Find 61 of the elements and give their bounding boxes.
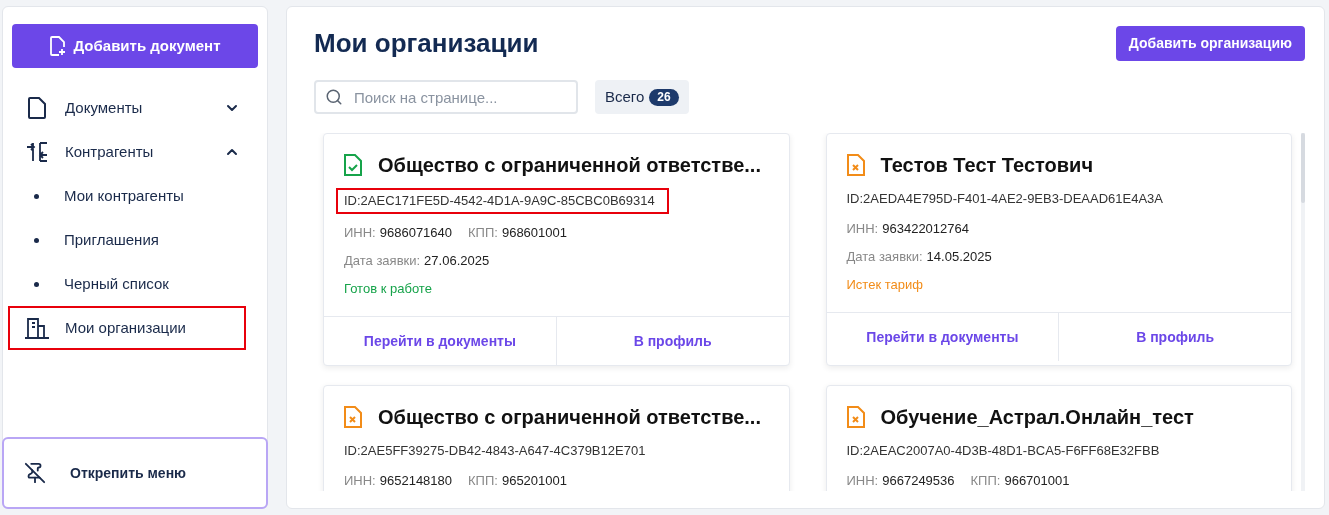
nav-subitem[interactable]: Мои контрагенты [8,174,262,218]
inn-label: ИНН: [846,472,879,490]
nav-item-label: Контрагенты [65,141,155,162]
search-icon [325,88,343,106]
inn-value: 9667249536 [882,472,955,490]
building-icon [25,317,49,339]
organization-name: Тестов Тест Тестович [880,153,1093,178]
inn-label: ИНН: [344,472,376,490]
status-text: Истек тариф [846,276,924,294]
organization-id: ID:2AEC171FE5D-4542-4D1A-9A9C-85CBC0B69314 [336,188,669,214]
kpp-value: 966701001 [1004,472,1070,490]
document-cross-icon [846,406,865,428]
document-cross-icon [344,406,362,428]
profile-link[interactable]: В профиль [555,317,789,365]
kpp-label: КПП: [468,472,498,490]
bullet-icon [34,237,39,243]
document-check-icon [344,154,362,176]
inn-value: 9686071640 [379,224,453,242]
nav-subitem[interactable]: Приглашения [8,218,262,262]
add-document-button[interactable]: Добавить документ [12,24,258,68]
inn-value: 963422012764 [882,220,969,238]
document-cross-icon [846,154,865,176]
document-icon [28,97,46,119]
nav-item-label: Мои организации [65,317,187,338]
bullet-icon [34,281,39,287]
organization-id: ID:2AEAC2007A0-4D3B-48D1-BCA5-F6FF68E32FBB [846,442,1160,460]
nav-item-label: Документы [65,97,144,118]
documents-link[interactable]: Перейти в документы [826,313,1059,361]
kpp-value: 965201001 [501,472,567,490]
unpin-menu-button[interactable]: Открепить меню [2,437,268,509]
nav-subitem[interactable]: Черный список [8,262,262,306]
inn-label: ИНН: [344,224,376,242]
organization-id: ID:2AE5FF39275-DB42-4843-A647-4C379B12E701 [344,442,646,460]
add-organization-button[interactable]: Добавить организацию [1115,26,1305,61]
total-count-badge: 26 [649,88,679,106]
inn-label: ИНН: [846,220,879,238]
date-label: Дата заявки: [846,248,923,266]
kpp-value: 968601001 [501,224,567,242]
unpin-icon [24,462,46,484]
kpp-label: КПП: [468,224,498,242]
nav-item[interactable]: Контрагенты [8,130,262,174]
organization-name: Обучение_Астрал.Онлайн_тест [880,405,1194,430]
search-field[interactable]: Поиск на странице... [314,80,578,114]
documents-link[interactable]: Перейти в документы [324,317,556,365]
date-label: Дата заявки: [344,252,421,270]
date-value: 27.06.2025 [424,252,490,270]
nav-item[interactable]: Мои организации [8,306,246,350]
organization-name: Общество с ограниченной ответстве... [378,405,761,430]
inn-value: 9652148180 [379,472,453,490]
status-text: Готов к работе [344,280,433,298]
file-plus-icon [49,36,66,56]
total-label: Всего [605,86,645,107]
profile-link[interactable]: В профиль [1058,313,1291,361]
exchange-icon [26,142,48,162]
nav-item[interactable]: Документы [8,86,262,130]
date-value: 14.05.2025 [926,248,992,266]
bullet-icon [34,193,39,199]
organization-id: ID:2AEDA4E795D-F401-4AE2-9EB3-DEAAD61E4A3A [846,190,1163,208]
page-title: Мои организации [314,27,539,60]
kpp-label: КПП: [970,472,1001,490]
organization-name: Общество с ограниченной ответстве... [378,153,761,178]
